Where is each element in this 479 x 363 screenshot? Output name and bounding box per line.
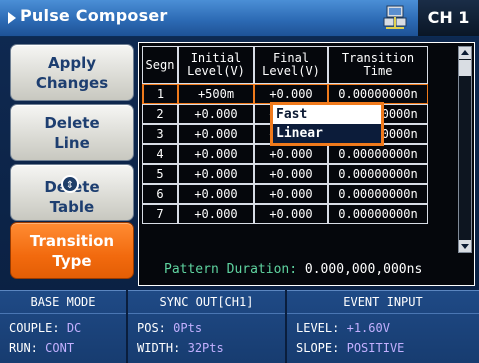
title-arrow-icon — [8, 12, 16, 24]
channel-indicator[interactable]: CH 1 — [418, 0, 479, 36]
cell-transition-time[interactable]: 0.00000000n — [328, 184, 428, 204]
slope-label: SLOPE: — [296, 341, 340, 355]
delete-line-label-1: Delete — [44, 113, 100, 132]
event-input-section[interactable]: EVENT INPUT LEVEL: +1.60V SLOPE: POSITIV… — [287, 290, 479, 363]
delete-line-label-2: Line — [54, 133, 90, 152]
table-row[interactable]: 6 +0.000 +0.000 0.00000000n — [142, 184, 428, 204]
run-row: RUN: CONT — [0, 338, 126, 358]
pattern-duration-label: Pattern Duration: — [164, 262, 298, 277]
apply-changes-label-1: Apply — [47, 53, 96, 72]
cell-initial-level[interactable]: +0.000 — [178, 184, 254, 204]
page-title: Pulse Composer — [20, 6, 168, 25]
apply-changes-button[interactable]: Apply Changes — [10, 44, 134, 101]
cell-transition-time[interactable]: 0.00000000n — [328, 164, 428, 184]
cell-initial-level[interactable]: +500m — [178, 84, 254, 104]
table-scrollbar[interactable] — [458, 46, 472, 253]
cell-segn[interactable]: 5 — [142, 164, 178, 184]
event-input-header: EVENT INPUT — [287, 291, 479, 314]
cell-transition-time[interactable]: 0.00000000n — [328, 84, 428, 104]
pos-value: 0Pts — [173, 321, 203, 335]
segment-table-panel: Segn Initial Level(V) Final Level(V) Trans… — [138, 42, 475, 286]
scroll-thumb[interactable] — [459, 60, 471, 76]
table-row-selected[interactable]: 1 +500m +0.000 0.00000000n — [142, 84, 428, 104]
cell-segn[interactable]: 7 — [142, 204, 178, 224]
pulse-composer-window: Pulse Composer CH 1 Apply Changes Delete… — [0, 0, 479, 363]
pos-label: POS: — [137, 321, 166, 335]
base-mode-header: BASE MODE — [0, 291, 126, 314]
slope-value: POSITIVE — [346, 341, 405, 355]
cell-initial-level[interactable]: +0.000 — [178, 164, 254, 184]
header-final-level: Final Level(V) — [254, 46, 328, 84]
table-row[interactable]: 7 +0.000 +0.000 0.00000000n — [142, 204, 428, 224]
couple-row: COUPLE: DC — [0, 318, 126, 338]
delete-table-label-2: Table — [49, 197, 95, 216]
dropdown-option-fast[interactable]: Fast — [273, 105, 381, 124]
base-mode-section[interactable]: BASE MODE COUPLE: DC RUN: CONT — [0, 290, 126, 363]
header-initial-level: Initial Level(V) — [178, 46, 254, 84]
cell-final-level[interactable]: +0.000 — [254, 144, 328, 164]
run-value: CONT — [45, 341, 75, 355]
cell-final-level[interactable]: +0.000 — [254, 184, 328, 204]
sync-out-section[interactable]: SYNC OUT[CH1] POS: 0Pts WIDTH: 32Pts — [128, 290, 285, 363]
dropdown-option-linear[interactable]: Linear — [273, 124, 381, 143]
scroll-up-icon[interactable] — [459, 47, 471, 59]
level-value: +1.60V — [346, 321, 390, 335]
sync-out-header: SYNC OUT[CH1] — [128, 291, 285, 314]
scroll-down-icon[interactable] — [459, 240, 471, 252]
width-row: WIDTH: 32Pts — [128, 338, 285, 358]
cell-initial-level[interactable]: +0.000 — [178, 124, 254, 144]
delete-line-button[interactable]: Delete Line — [10, 104, 134, 161]
cell-segn[interactable]: 6 — [142, 184, 178, 204]
cell-transition-time[interactable]: 0.00000000n — [328, 144, 428, 164]
run-label: RUN: — [9, 341, 38, 355]
cell-segn[interactable]: 3 — [142, 124, 178, 144]
cell-final-level[interactable]: +0.000 — [254, 204, 328, 224]
couple-value: DC — [66, 321, 82, 335]
cell-initial-level[interactable]: +0.000 — [178, 144, 254, 164]
apply-changes-label-2: Changes — [35, 73, 109, 92]
header-transition-time: Transition Time — [328, 46, 428, 84]
cell-segn[interactable]: 2 — [142, 104, 178, 124]
transition-type-label-1: Transition — [29, 231, 115, 250]
transition-type-button[interactable]: Transition Type — [10, 222, 134, 279]
cell-final-level[interactable]: +0.000 — [254, 84, 328, 104]
level-label: LEVEL: — [296, 321, 340, 335]
cell-segn[interactable]: 4 — [142, 144, 178, 164]
level-row: LEVEL: +1.60V — [287, 318, 479, 338]
width-value: 32Pts — [187, 341, 224, 355]
cell-initial-level[interactable]: +0.000 — [178, 204, 254, 224]
pos-row: POS: 0Pts — [128, 318, 285, 338]
table-header-row: Segn Initial Level(V) Final Level(V) Trans… — [142, 46, 428, 84]
table-row[interactable]: 5 +0.000 +0.000 0.00000000n — [142, 164, 428, 184]
cell-initial-level[interactable]: +0.000 — [178, 104, 254, 124]
cell-transition-time[interactable]: 0.00000000n — [328, 204, 428, 224]
header-segn: Segn — [142, 46, 178, 84]
cell-final-level[interactable]: +0.000 — [254, 164, 328, 184]
title-bar: Pulse Composer CH 1 — [0, 0, 479, 37]
width-label: WIDTH: — [137, 341, 181, 355]
chevron-up-down-icon[interactable]: ⇕ — [61, 175, 79, 193]
network-icon[interactable] — [383, 4, 407, 30]
pattern-duration: Pattern Duration: 0.000,000,000ns — [164, 262, 422, 277]
couple-label: COUPLE: — [9, 321, 60, 335]
table-row[interactable]: 4 +0.000 +0.000 0.00000000n — [142, 144, 428, 164]
pattern-duration-value: 0.000,000,000ns — [304, 262, 423, 277]
cell-segn[interactable]: 1 — [142, 84, 178, 104]
slope-row: SLOPE: POSITIVE — [287, 338, 479, 358]
transition-type-label-2: Type — [52, 251, 92, 270]
transition-type-dropdown[interactable]: Fast Linear — [270, 102, 384, 146]
